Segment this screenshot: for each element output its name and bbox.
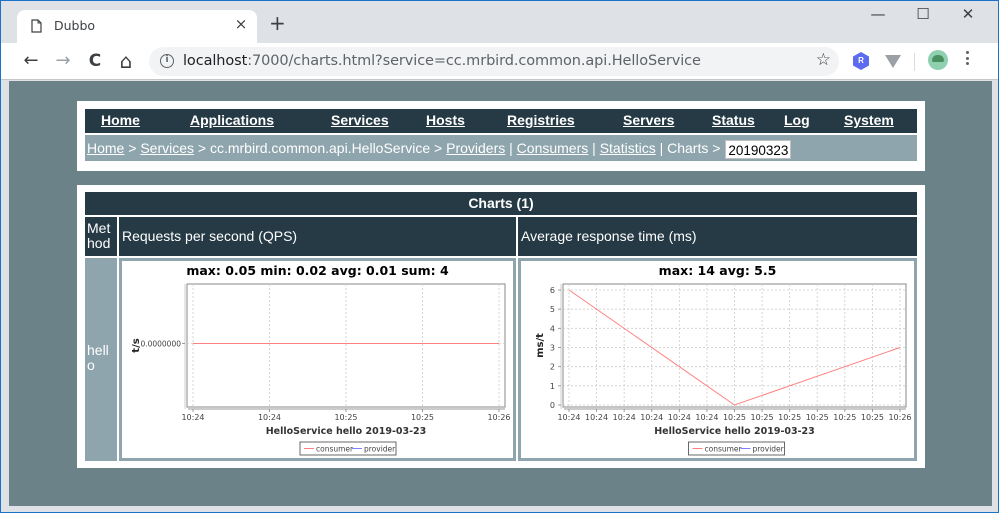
breadcrumb-consumers[interactable]: Consumers [517, 140, 589, 156]
x-tick-label: 10:25 [833, 413, 856, 422]
bookmark-star-icon[interactable]: ☆ [816, 50, 831, 70]
tab-strip: Dubbo × + — ☐ ✕ [1, 1, 998, 43]
browser-toolbar: ← → C ⌂ i localhost:7000/charts.html?ser… [1, 43, 998, 80]
legend-label-consumer: consumer [705, 445, 743, 454]
x-axis-label: HelloService hello 2019-03-23 [654, 426, 815, 437]
x-tick-label: 10:25 [411, 413, 434, 422]
main-menu: Home Applications Services Hosts Registr… [85, 109, 917, 133]
info-icon[interactable]: i [160, 54, 174, 68]
home-button[interactable]: ⌂ [114, 49, 138, 73]
legend-label-provider: provider [364, 445, 396, 454]
y-tick-label: 0.0000000 [140, 340, 181, 349]
menu-registries[interactable]: Registries [507, 112, 575, 128]
navigation-panel: Home Applications Services Hosts Registr… [77, 101, 925, 171]
menu-log[interactable]: Log [784, 112, 810, 128]
tab-title: Dubbo [54, 18, 96, 33]
url-path: :7000/charts.html?service=cc.mrbird.comm… [247, 53, 701, 69]
x-tick-label: 10:24 [668, 413, 691, 422]
breadcrumb-pipe: | [505, 140, 517, 156]
browser-menu-icon[interactable] [965, 51, 969, 68]
x-tick-label: 10:25 [806, 413, 829, 422]
column-header-method: Met hod [85, 217, 117, 256]
forward-button[interactable]: → [51, 49, 75, 73]
x-tick-label: 10:24 [258, 413, 281, 422]
chart-title: max: 14 avg: 5.5 [659, 263, 777, 278]
y-tick-label: 1 [550, 382, 555, 391]
x-tick-label: 10:26 [487, 413, 510, 422]
x-tick-label: 10:25 [334, 413, 357, 422]
x-tick-label: 10:24 [695, 413, 718, 422]
breadcrumb-services[interactable]: Services [140, 140, 194, 156]
menu-home[interactable]: Home [101, 112, 140, 128]
breadcrumb-charts: | Charts > [655, 140, 725, 156]
breadcrumb-providers[interactable]: Providers [446, 140, 505, 156]
document-icon [31, 19, 42, 33]
browser-window: Dubbo × + — ☐ ✕ ← → C ⌂ i localhost:7000… [0, 0, 999, 513]
breadcrumb: Home > Services > cc.mrbird.common.api.H… [85, 135, 917, 161]
x-tick-label: 10:26 [888, 413, 911, 422]
page-viewport: Home Applications Services Hosts Registr… [9, 81, 992, 506]
breadcrumb-pipe: | [588, 140, 600, 156]
menu-hosts[interactable]: Hosts [426, 112, 465, 128]
x-tick-label: 10:25 [751, 413, 774, 422]
x-tick-label: 10:24 [181, 413, 204, 422]
maximize-button[interactable]: ☐ [908, 5, 938, 23]
reload-button[interactable]: C [83, 49, 107, 73]
qps-chart: max: 0.05 min: 0.02 avg: 0.01 sum: 4 10:2… [131, 263, 511, 456]
x-tick-label: 10:25 [723, 413, 746, 422]
menu-services[interactable]: Services [331, 112, 389, 128]
x-tick-label: 10:24 [640, 413, 663, 422]
response-time-chart-cell: max: 14 avg: 5.5 10:24 10:24 10:24 10:24 10:2… [518, 258, 917, 461]
breadcrumb-service-name: > cc.mrbird.common.api.HelloService > [194, 140, 447, 156]
breadcrumb-statistics[interactable]: Statistics [600, 140, 656, 156]
new-tab-button[interactable]: + [269, 13, 286, 33]
url-host: localhost [183, 53, 248, 69]
menu-servers[interactable]: Servers [623, 112, 674, 128]
legend-label-provider: provider [753, 445, 785, 454]
charts-panel: Charts (1) Met hod Requests per second (Q… [77, 185, 925, 468]
profile-avatar[interactable] [928, 50, 948, 70]
tab-close-icon[interactable]: × [233, 15, 249, 33]
y-axis-label: t/s [131, 338, 142, 352]
column-header-qps: Requests per second (QPS) [119, 217, 516, 256]
close-window-button[interactable]: ✕ [953, 5, 983, 23]
breadcrumb-separator: > [124, 140, 141, 156]
extension-r-icon[interactable]: R [853, 52, 869, 70]
x-tick-label: 10:24 [585, 413, 608, 422]
back-button[interactable]: ← [19, 49, 43, 73]
menu-system[interactable]: System [844, 112, 894, 128]
menu-applications[interactable]: Applications [190, 112, 274, 128]
response-time-chart: max: 14 avg: 5.5 10:24 10:24 10:24 10:24 10:2… [535, 263, 912, 456]
x-tick-label: 10:24 [557, 413, 580, 422]
address-bar[interactable]: i localhost:7000/charts.html?service=cc.… [149, 47, 839, 76]
y-tick-label: 6 [550, 286, 555, 295]
date-input[interactable]: 20190323 [725, 139, 792, 159]
x-tick-label: 10:24 [613, 413, 636, 422]
y-tick-label: 4 [550, 324, 555, 333]
legend-label-consumer: consumer [316, 445, 354, 454]
y-axis-label: ms/t [535, 333, 546, 358]
menu-status[interactable]: Status [712, 112, 755, 128]
y-tick-label: 3 [550, 344, 555, 353]
charts-table-title: Charts (1) [85, 192, 917, 215]
qps-chart-cell: max: 0.05 min: 0.02 avg: 0.01 sum: 4 10:2… [119, 258, 516, 461]
url-text[interactable]: localhost:7000/charts.html?service=cc.mr… [183, 53, 701, 69]
minimize-button[interactable]: — [863, 5, 893, 23]
breadcrumb-home[interactable]: Home [87, 140, 124, 156]
x-tick-label: 10:25 [778, 413, 801, 422]
y-tick-label: 2 [550, 363, 555, 372]
x-tick-label: 10:25 [861, 413, 884, 422]
browser-tab[interactable]: Dubbo × [17, 10, 257, 43]
vue-devtools-icon[interactable] [885, 55, 901, 68]
chart-title: max: 0.05 min: 0.02 avg: 0.01 sum: 4 [186, 263, 449, 278]
column-header-response-time: Average response time (ms) [518, 217, 917, 256]
y-tick-label: 5 [550, 305, 555, 314]
method-cell: hell o [85, 258, 117, 461]
y-tick-label: 0 [550, 401, 555, 410]
toolbar-divider [914, 53, 915, 71]
x-axis-label: HelloService hello 2019-03-23 [266, 426, 427, 437]
